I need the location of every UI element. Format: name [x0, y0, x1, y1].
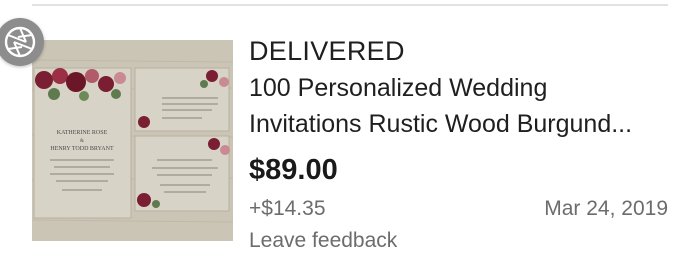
delivery-status: DELIVERED [249, 36, 405, 66]
item-title-line-1[interactable]: 100 Personalized Wedding [249, 70, 668, 106]
wedding-invitation-image: KATHERINE ROSE & HENRY TODD BRYANT [32, 40, 233, 241]
item-title-line-2[interactable]: Invitations Rustic Wood Burgund... [249, 106, 668, 142]
leave-feedback-link[interactable]: Leave feedback [249, 226, 668, 256]
product-thumbnail[interactable]: KATHERINE ROSE & HENRY TODD BRYANT [32, 40, 233, 241]
camera-shutter-icon [0, 18, 44, 66]
order-info: DELIVERED 100 Personalized Wedding Invit… [249, 34, 668, 256]
item-price: $89.00 [249, 154, 338, 186]
card-ampersand: & [80, 139, 84, 144]
shipping-cost: +$14.35 [249, 197, 326, 220]
card-name-2: HENRY TODD BRYANT [50, 146, 114, 152]
card-name-1: KATHERINE ROSE [57, 130, 108, 136]
order-date: Mar 24, 2019 [544, 197, 668, 220]
top-divider [32, 4, 668, 6]
shipping-date-row: +$14.35 Mar 24, 2019 [249, 194, 668, 224]
